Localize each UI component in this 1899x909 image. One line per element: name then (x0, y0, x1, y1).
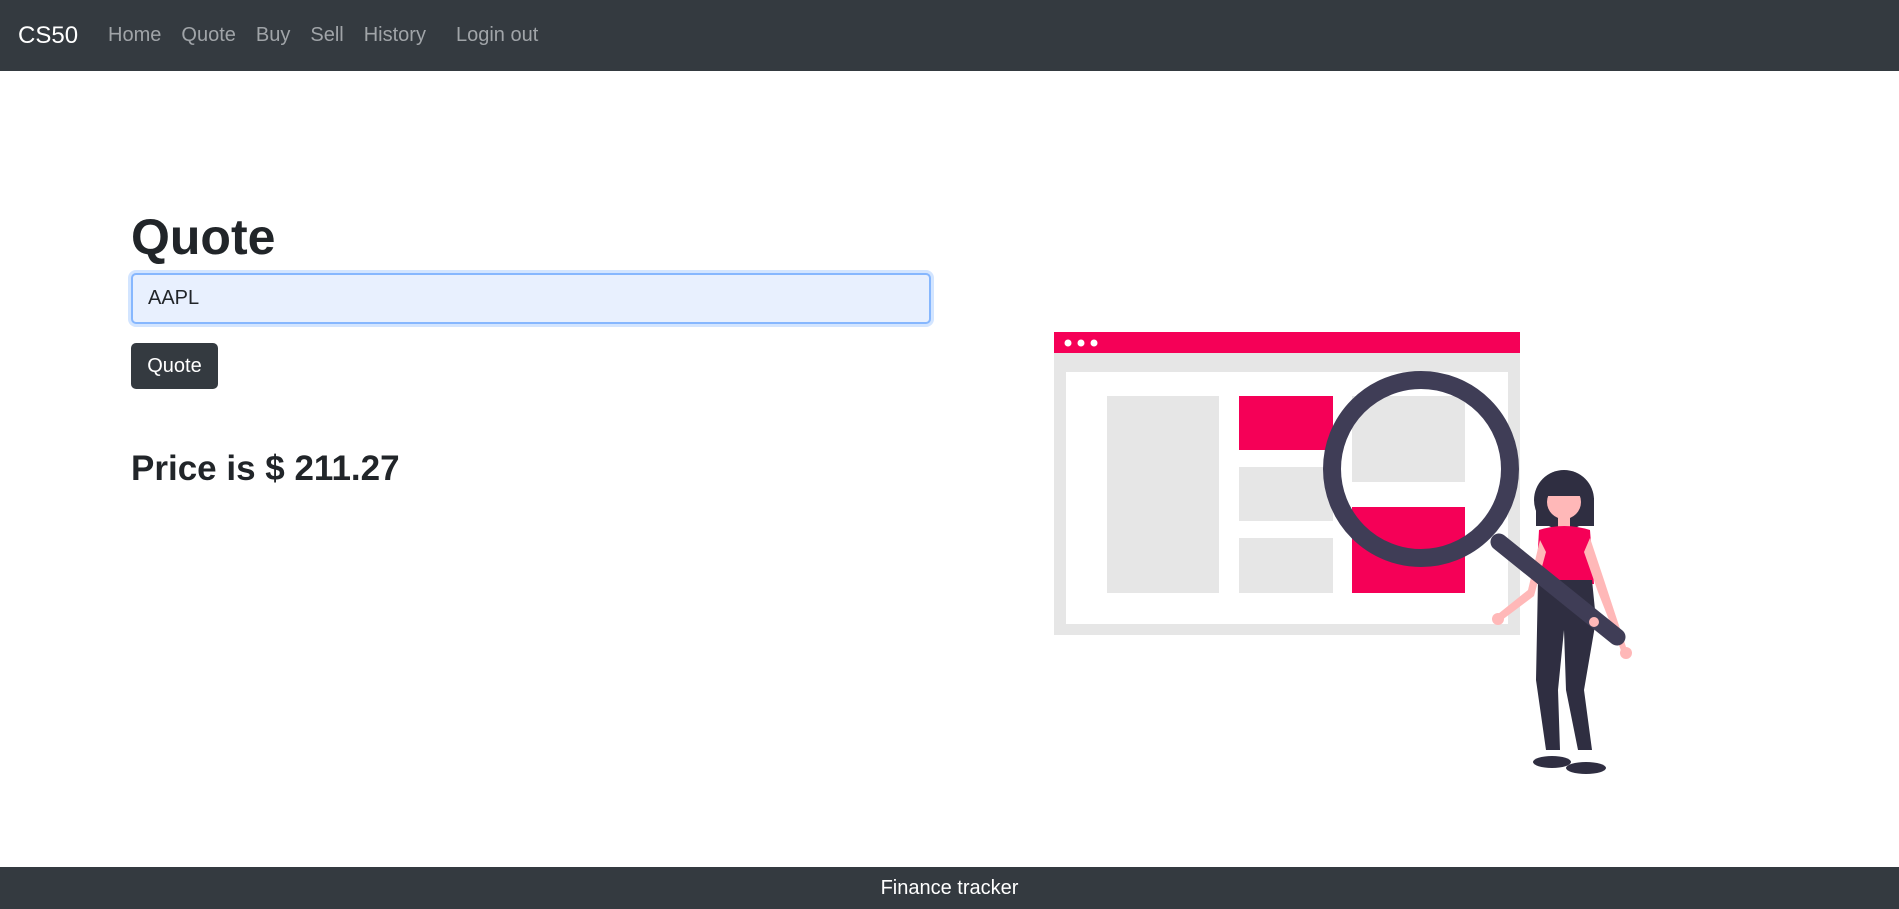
page-title: Quote (131, 209, 276, 265)
search-illustration (1052, 330, 1632, 790)
nav-history-link[interactable]: History (364, 24, 426, 47)
magnifying-glass-search-illustration-icon (1054, 332, 1632, 774)
price-result: Price is $ 211.27 (131, 449, 400, 488)
footer-text: Finance tracker (880, 876, 1019, 899)
nav-home-link[interactable]: Home (108, 24, 161, 47)
page-footer: Finance tracker (0, 867, 1899, 909)
nav-buy-link[interactable]: Buy (256, 24, 290, 47)
nav-quote-link[interactable]: Quote (181, 24, 235, 47)
quote-submit-button[interactable]: Quote (131, 343, 218, 389)
nav-sell-link[interactable]: Sell (310, 24, 343, 47)
top-navbar: CS50 Home Quote Buy Sell History Login o… (0, 0, 1899, 71)
quote-form-section: Quote Quote Price is $ 211.27 (131, 205, 931, 489)
brand-link[interactable]: CS50 (18, 22, 78, 50)
symbol-input[interactable] (131, 273, 931, 324)
nav-logout-link[interactable]: Login out (456, 24, 538, 47)
